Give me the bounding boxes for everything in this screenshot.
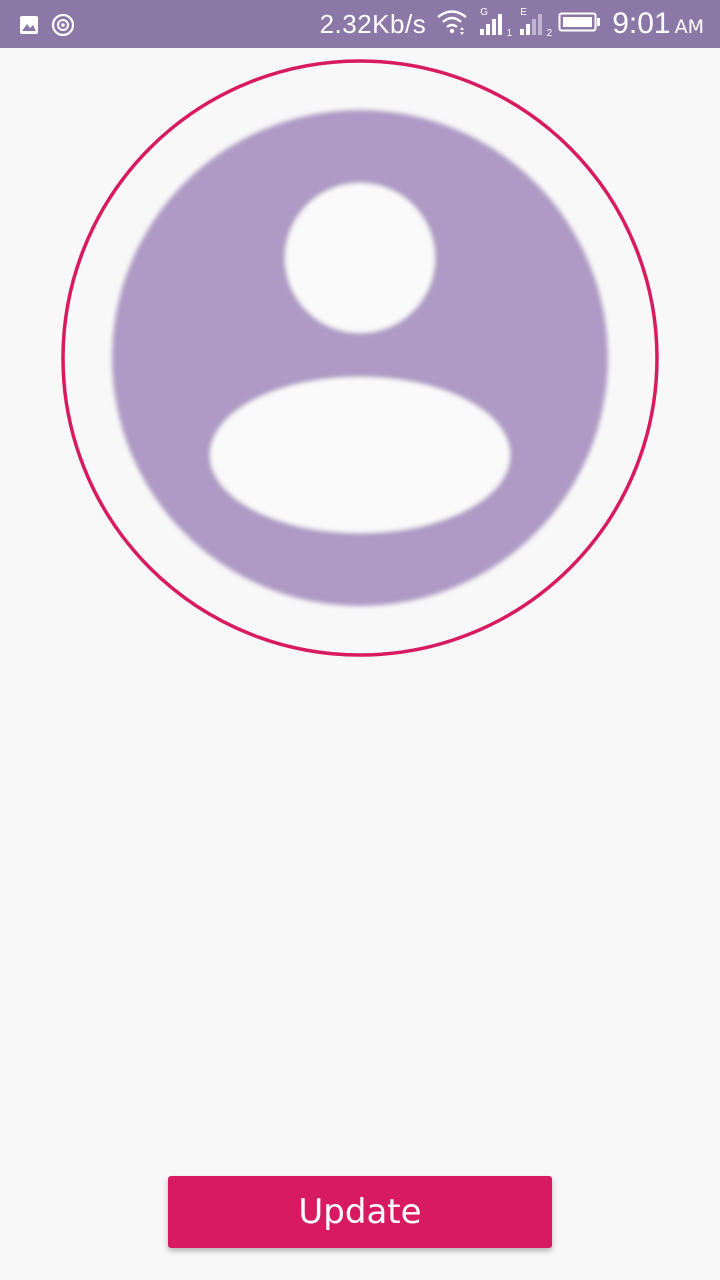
profile-avatar[interactable] bbox=[60, 58, 660, 658]
account-circle-icon bbox=[112, 110, 608, 606]
signal-sim2-icon: E 2 bbox=[520, 7, 553, 39]
network-speed: 2.32Kb/s bbox=[319, 8, 427, 39]
update-button[interactable]: Update bbox=[168, 1176, 552, 1248]
gallery-icon bbox=[18, 14, 40, 40]
status-left-icons bbox=[18, 12, 76, 42]
clock-time: 9:01 bbox=[612, 7, 671, 40]
signal-sim1-icon: G 1 bbox=[480, 7, 513, 39]
sync-icon bbox=[50, 12, 76, 42]
battery-icon bbox=[558, 11, 602, 37]
status-bar: 2.32Kb/s G 1 E 2 9:01 AM bbox=[0, 0, 720, 48]
clock-ampm: AM bbox=[674, 16, 704, 38]
clock: 9:01 AM bbox=[612, 7, 704, 41]
wifi-icon bbox=[436, 9, 468, 39]
status-right: 2.32Kb/s G 1 E 2 9:01 AM bbox=[320, 0, 704, 48]
